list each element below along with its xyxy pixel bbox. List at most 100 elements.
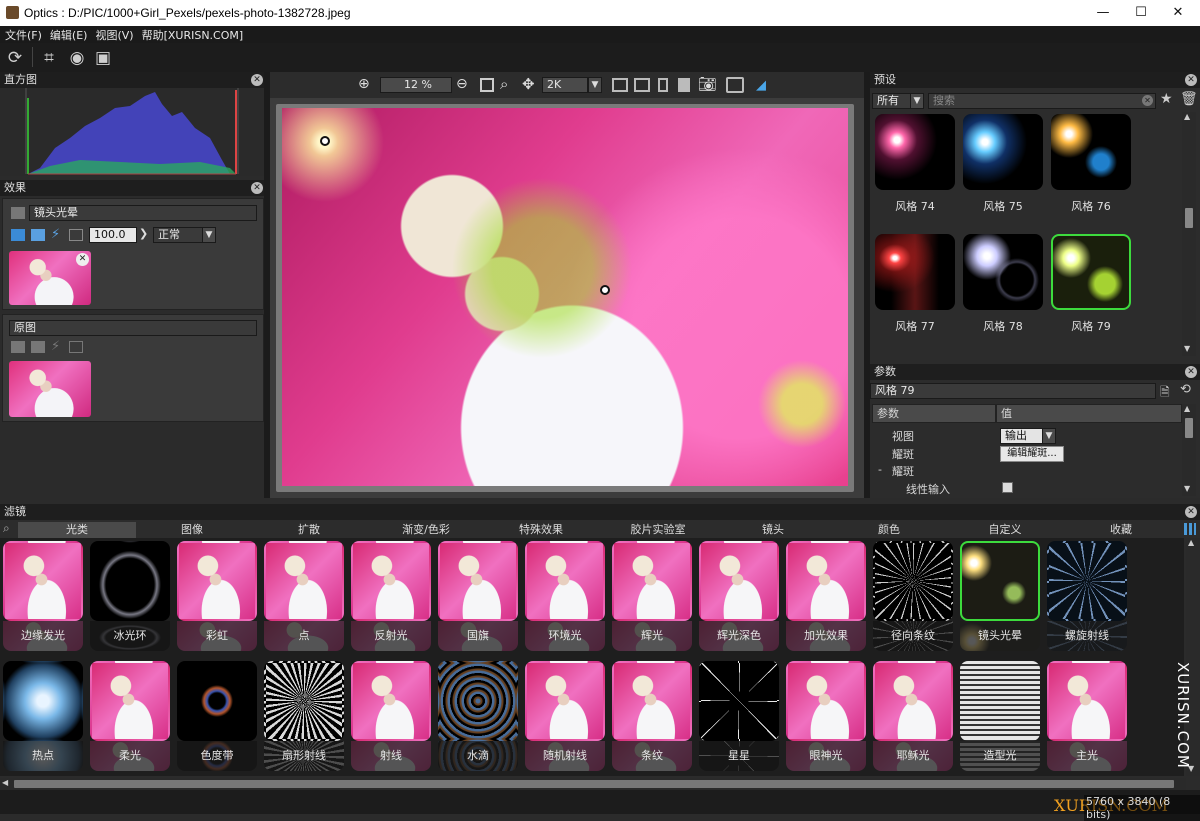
filter-thumb[interactable] bbox=[3, 661, 83, 741]
preset-thumb-74[interactable] bbox=[875, 114, 955, 190]
remove-layer-icon[interactable]: ✕ bbox=[76, 253, 89, 266]
layer-1-name[interactable]: 镜头光晕 bbox=[29, 205, 257, 221]
filter-thumb[interactable] bbox=[438, 541, 518, 621]
preset-thumb-78[interactable] bbox=[963, 234, 1043, 310]
filters-hscrollbar[interactable]: ◀ bbox=[0, 778, 1186, 790]
scroll-left-icon[interactable]: ◀ bbox=[2, 778, 8, 787]
fit-frame-icon[interactable]: ▣ bbox=[92, 47, 114, 69]
tab-light[interactable]: 光类 bbox=[18, 522, 136, 538]
preset-name-field[interactable]: 风格 79 bbox=[870, 383, 1156, 399]
resolution-select[interactable]: 2K bbox=[542, 77, 588, 93]
filter-thumb[interactable] bbox=[873, 661, 953, 741]
fullscreen-icon[interactable] bbox=[726, 77, 744, 93]
flare-direction-handle[interactable] bbox=[600, 285, 610, 295]
filter-thumb[interactable] bbox=[438, 661, 518, 741]
filter-thumb[interactable] bbox=[612, 541, 692, 621]
scroll-up-icon[interactable]: ▲ bbox=[1184, 112, 1190, 121]
trash-icon[interactable]: 🗑︎ bbox=[1180, 91, 1198, 107]
tab-special-effects[interactable]: 特殊效果 bbox=[484, 522, 598, 538]
tab-diffusion[interactable]: 扩散 bbox=[250, 522, 368, 538]
preset-filter-select[interactable]: 所有 bbox=[872, 93, 912, 109]
edit-layer-icon[interactable] bbox=[11, 229, 25, 241]
filter-thumb[interactable] bbox=[786, 661, 866, 741]
monitor-icon[interactable] bbox=[31, 341, 45, 353]
filter-thumb[interactable] bbox=[1047, 661, 1127, 741]
zoom-in-icon[interactable]: ⊕ bbox=[358, 76, 370, 92]
main-image[interactable] bbox=[282, 108, 848, 486]
lightning-icon[interactable]: ⚡ bbox=[51, 227, 60, 242]
flare-source-handle[interactable] bbox=[320, 136, 330, 146]
filter-thumb[interactable] bbox=[699, 661, 779, 741]
chevron-down-icon[interactable]: ▼ bbox=[910, 93, 924, 109]
zoom-input[interactable]: 12 % bbox=[380, 77, 452, 93]
star-icon[interactable]: ★ bbox=[1160, 91, 1173, 107]
scroll-down-icon[interactable]: ▼ bbox=[1184, 344, 1190, 353]
filter-thumb[interactable] bbox=[177, 541, 257, 621]
tab-gradient-color[interactable]: 渐变/色彩 bbox=[368, 522, 484, 538]
camera-icon[interactable]: 📷︎ bbox=[698, 75, 717, 93]
pan-icon[interactable]: ✥ bbox=[522, 75, 535, 93]
menu-edit[interactable]: 编辑(E) bbox=[45, 26, 91, 43]
collapse-icon[interactable]: - bbox=[878, 463, 882, 476]
close-histogram-icon[interactable]: ✕ bbox=[251, 74, 263, 86]
zoom-out-icon[interactable]: ⊖ bbox=[456, 76, 468, 92]
filter-thumb[interactable] bbox=[960, 541, 1040, 621]
filter-thumb[interactable] bbox=[525, 661, 605, 741]
filter-thumb[interactable] bbox=[1047, 541, 1127, 621]
tab-custom[interactable]: 自定义 bbox=[948, 522, 1062, 538]
mask-icon[interactable] bbox=[69, 229, 83, 241]
split-vertical-icon[interactable] bbox=[612, 78, 628, 92]
edit-layer-icon[interactable] bbox=[11, 341, 25, 353]
filter-thumb[interactable] bbox=[3, 541, 83, 621]
opacity-arrow-icon[interactable]: ❯ bbox=[139, 227, 151, 243]
magnifier-icon[interactable]: ⌕ bbox=[500, 75, 508, 93]
filter-thumb[interactable] bbox=[264, 541, 344, 621]
tab-color[interactable]: 颜色 bbox=[830, 522, 948, 538]
preset-thumb-75[interactable] bbox=[963, 114, 1043, 190]
chevron-down-icon[interactable]: ▼ bbox=[588, 77, 602, 93]
preset-thumb-77[interactable] bbox=[875, 234, 955, 310]
params-scrollbar[interactable]: ▲ ▼ bbox=[1182, 404, 1196, 496]
scroll-up-icon[interactable]: ▲ bbox=[1184, 404, 1190, 413]
filter-thumb[interactable] bbox=[612, 661, 692, 741]
split-horizontal-icon[interactable] bbox=[658, 78, 668, 92]
preset-thumb-79[interactable] bbox=[1051, 234, 1131, 310]
filter-thumb[interactable] bbox=[960, 661, 1040, 741]
close-button[interactable]: ✕ bbox=[1155, 0, 1200, 26]
reset-icon[interactable]: ⟲ bbox=[1180, 382, 1191, 397]
close-params-icon[interactable]: ✕ bbox=[1185, 366, 1197, 378]
preset-search-input[interactable]: 搜索 bbox=[928, 93, 1156, 109]
filter-thumb[interactable] bbox=[786, 541, 866, 621]
layer-2-thumbnail[interactable] bbox=[9, 361, 91, 417]
histogram-toggle-icon[interactable]: ◢ bbox=[756, 78, 766, 93]
tab-favorites[interactable]: 收藏 bbox=[1062, 522, 1180, 538]
rotate-icon[interactable]: ◉ bbox=[66, 47, 88, 69]
tab-film-lab[interactable]: 胶片实验室 bbox=[598, 522, 718, 538]
filter-thumb[interactable] bbox=[90, 661, 170, 741]
layer-settings-icon[interactable] bbox=[11, 207, 25, 219]
scroll-down-icon[interactable]: ▼ bbox=[1184, 484, 1190, 493]
tab-lens[interactable]: 镜头 bbox=[718, 522, 828, 538]
layer-2-name[interactable]: 原图 bbox=[9, 320, 257, 336]
close-effects-icon[interactable]: ✕ bbox=[251, 182, 263, 194]
menu-help[interactable]: 帮助[XURISN.COM] bbox=[137, 26, 247, 43]
filter-thumb[interactable] bbox=[177, 661, 257, 741]
grid-view-icon[interactable] bbox=[1184, 523, 1196, 535]
viewer-canvas[interactable] bbox=[270, 98, 864, 498]
refresh-icon[interactable]: ⟳ bbox=[4, 47, 26, 69]
chevron-down-icon[interactable]: ▼ bbox=[202, 227, 216, 243]
edit-flare-button[interactable]: 编辑耀斑... bbox=[1000, 446, 1064, 462]
presets-scrollbar[interactable]: ▲ ▼ bbox=[1182, 112, 1196, 356]
filter-thumb[interactable] bbox=[90, 541, 170, 621]
menu-file[interactable]: 文件(F) bbox=[0, 26, 45, 43]
filter-thumb[interactable] bbox=[351, 541, 431, 621]
scroll-up-icon[interactable]: ▲ bbox=[1188, 538, 1194, 547]
filter-thumb[interactable] bbox=[525, 541, 605, 621]
search-icon[interactable]: ⌕ bbox=[3, 521, 10, 536]
mask-icon[interactable] bbox=[69, 341, 83, 353]
crop-icon[interactable]: ⌗ bbox=[38, 47, 60, 69]
filter-thumb[interactable] bbox=[699, 541, 779, 621]
chevron-down-icon[interactable]: ▼ bbox=[1042, 428, 1056, 444]
filter-thumb[interactable] bbox=[873, 541, 953, 621]
preset-thumb-76[interactable] bbox=[1051, 114, 1131, 190]
